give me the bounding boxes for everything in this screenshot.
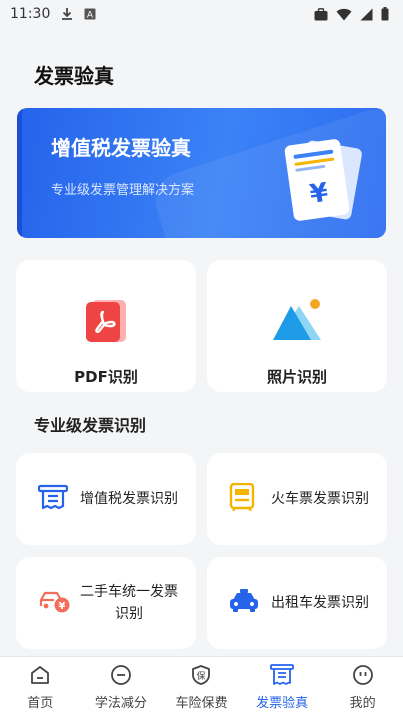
vat-invoice-icon [37,484,69,514]
banner[interactable]: 增值税发票验真 专业级发票管理解决方案 ¥ [17,108,386,238]
nav-item-profile[interactable]: 我的 [322,657,403,718]
taxi-icon [229,589,259,617]
profile-icon [352,664,374,689]
home-icon [29,664,51,689]
train-icon [229,482,255,515]
vat-invoice-card[interactable]: 增值税发票识别 [16,453,196,545]
taxi-invoice-card[interactable]: 出租车发票识别 [207,557,387,649]
pdf-icon [84,298,128,348]
status-time: 11:30 [10,6,51,22]
train-ticket-label: 火车票发票识别 [271,491,369,507]
nav-item-invoice[interactable]: 发票验真 [242,657,323,718]
used-car-invoice-card[interactable]: ¥ 二手车统一发票识别 [16,557,196,649]
shield-icon: 保 [190,664,212,689]
invoice-icon [270,664,294,689]
train-ticket-card[interactable]: 火车票发票识别 [207,453,387,545]
taxi-invoice-label: 出租车发票识别 [271,595,369,611]
briefcase-icon [314,7,328,21]
nav-item-insurance[interactable]: 保 车险保费 [161,657,242,718]
nav-item-study[interactable]: 学法减分 [81,657,162,718]
section-title: 专业级发票识别 [34,416,147,435]
photo-mountain-icon [271,298,323,348]
minus-circle-icon [110,664,132,689]
pdf-recognition-card[interactable]: PDF识别 [16,260,196,392]
download-icon [60,7,74,21]
banner-subtitle: 专业级发票管理解决方案 [51,183,195,198]
bottom-nav: 首页 学法减分 保 车险保费 发票验真 我的 [0,656,403,718]
nav-label-profile: 我的 [349,696,376,711]
svg-text:保: 保 [197,670,206,682]
nav-label-insurance: 车险保费 [175,696,228,711]
photo-recognition-label: 照片识别 [266,368,327,386]
used-car-invoice-label: 二手车统一发票识别 [80,584,178,622]
banner-title: 增值税发票验真 [51,136,191,160]
signal-icon [360,8,373,21]
wifi-icon [336,8,352,21]
pdf-recognition-label: PDF识别 [74,368,138,386]
receipt-yen-icon: ¥ [279,136,371,230]
status-bar: 11:30 A [0,0,403,28]
vat-invoice-label: 增值税发票识别 [80,491,178,507]
nav-label-invoice: 发票验真 [256,696,309,711]
battery-icon [381,7,389,21]
used-car-icon: ¥ [38,588,70,618]
svg-text:¥: ¥ [59,601,66,612]
banner-accent-stripe [17,108,22,238]
nav-item-home[interactable]: 首页 [0,657,81,718]
svg-text:A: A [87,11,94,21]
nav-label-home: 首页 [27,696,54,711]
font-a-icon: A [84,8,96,20]
photo-recognition-card[interactable]: 照片识别 [207,260,387,392]
nav-label-study: 学法减分 [94,696,147,711]
page-title: 发票验真 [34,64,114,88]
